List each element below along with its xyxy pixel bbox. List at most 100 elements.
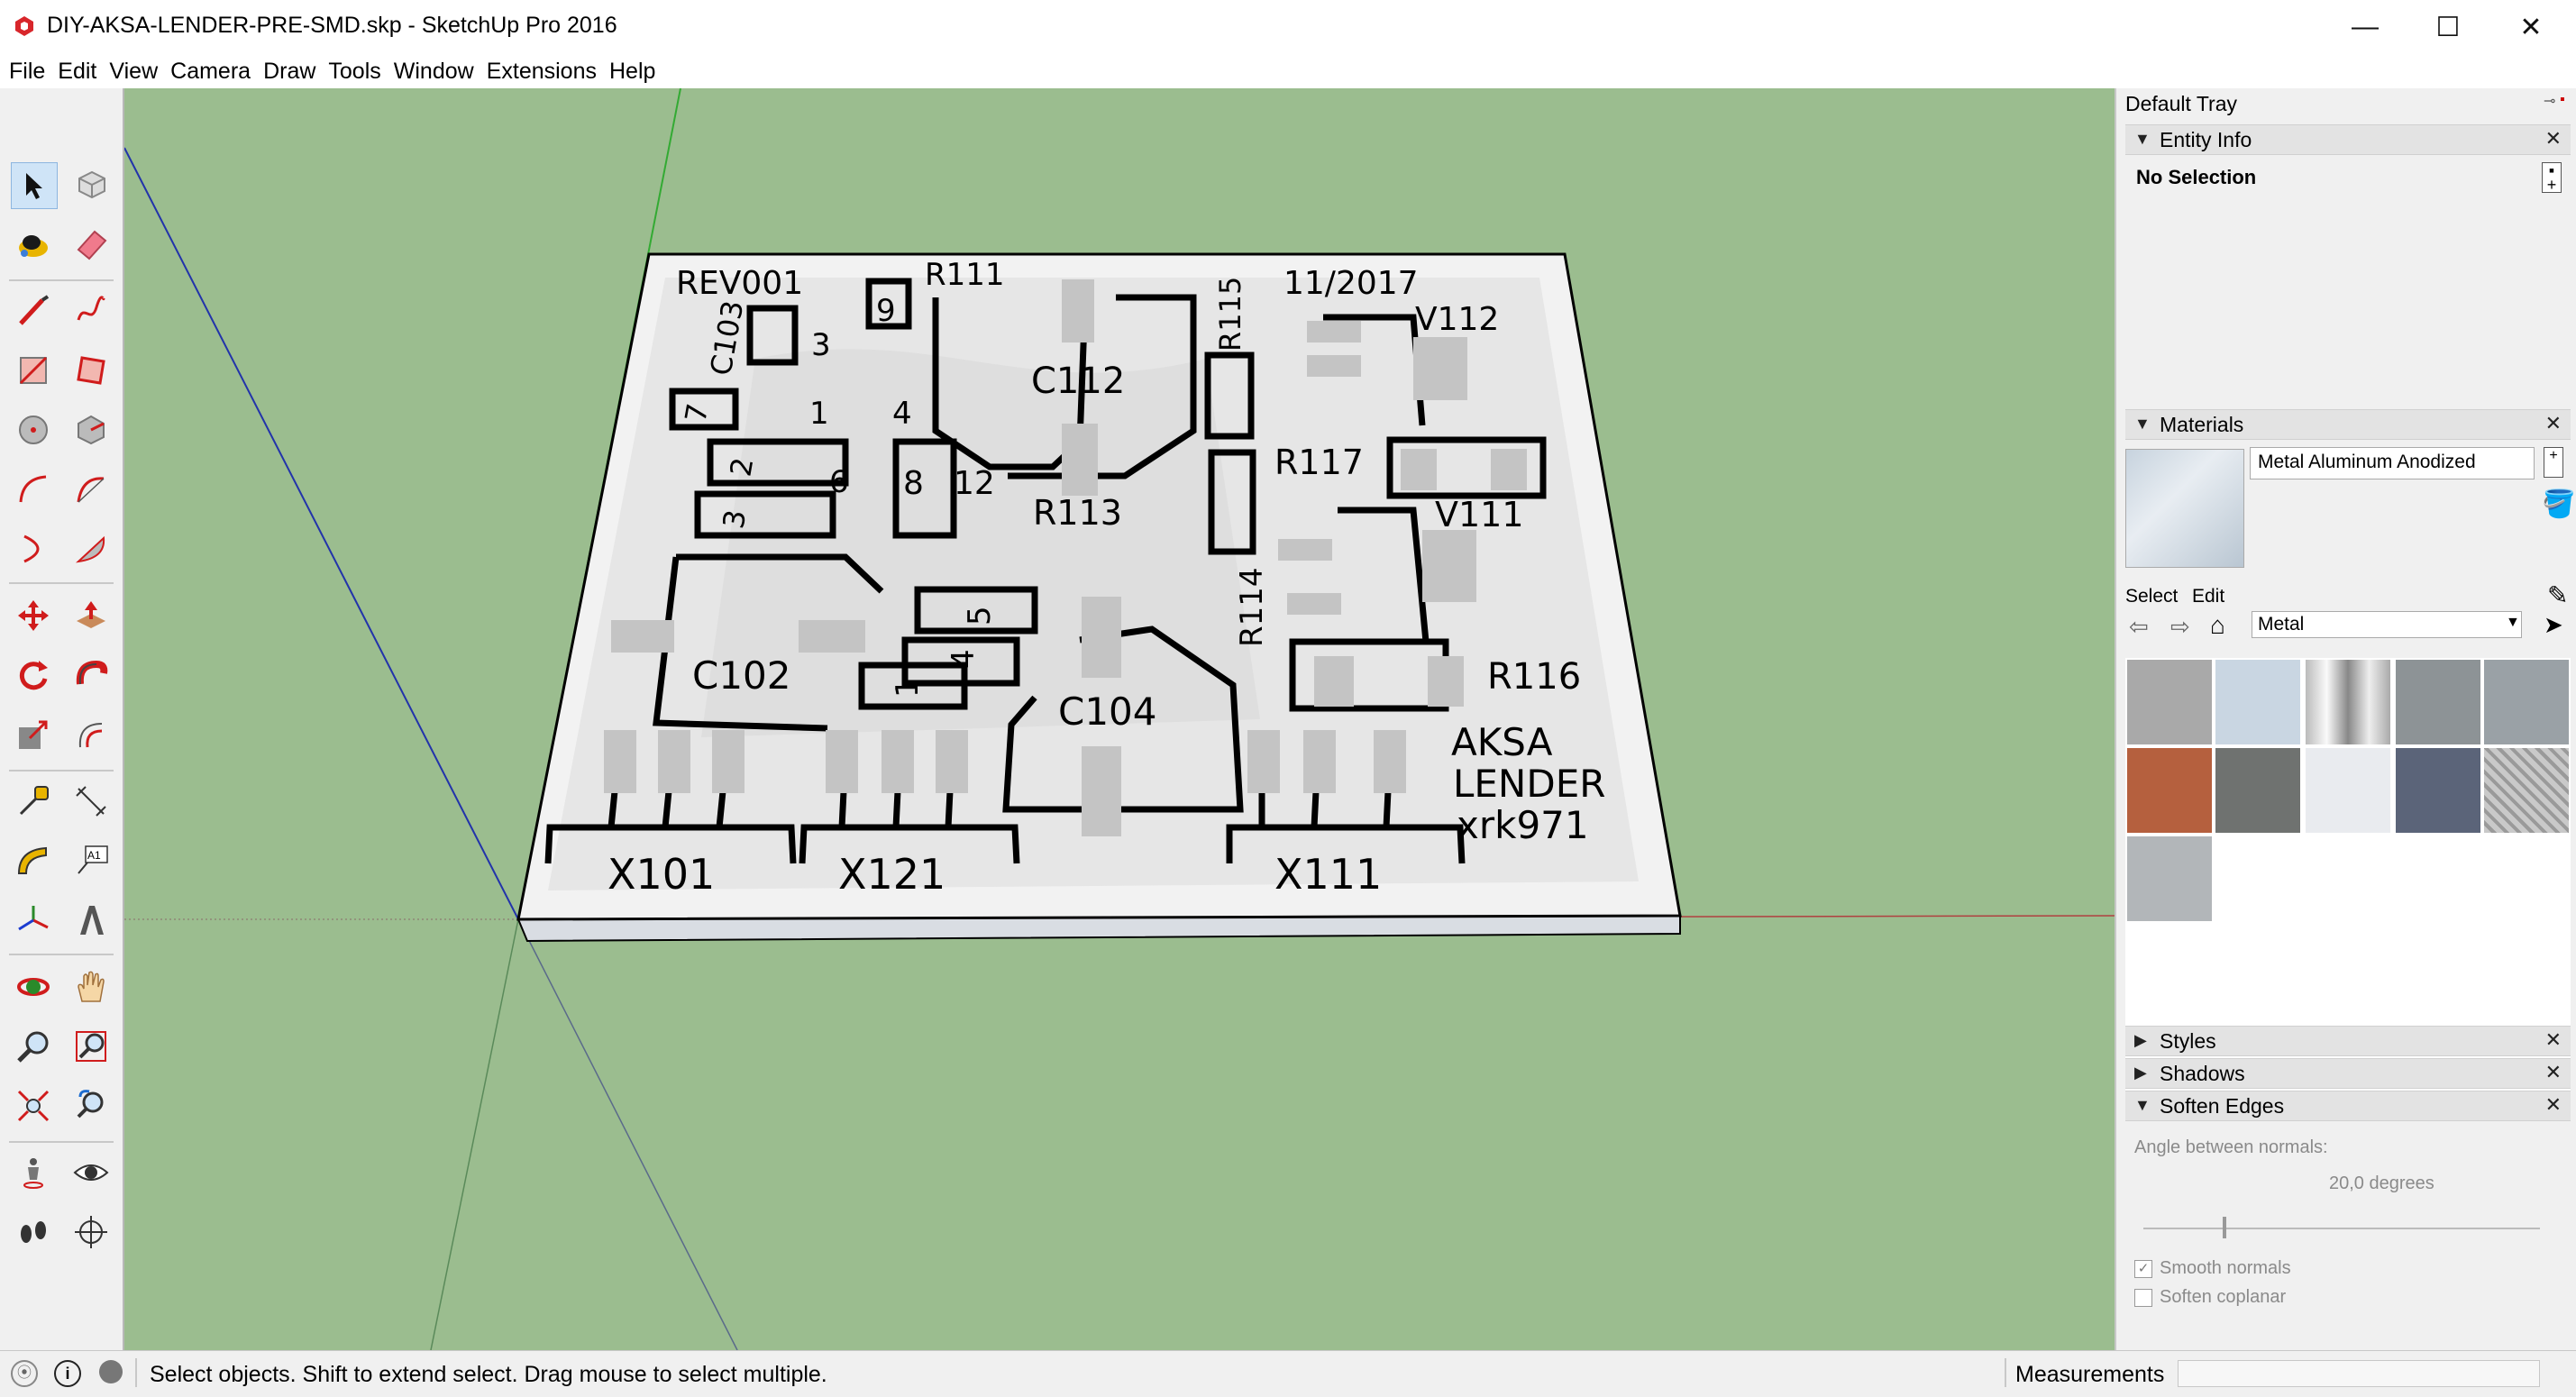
tray-close-icon[interactable]: ▪ [2560,92,2565,108]
select-tool-button[interactable] [11,162,58,209]
menu-window[interactable]: Window [388,59,480,85]
panel-close-icon[interactable]: ✕ [2545,412,2562,435]
credits-info-icon[interactable]: i [54,1360,81,1387]
shadows-title: Shadows [2160,1062,2245,1085]
freehand-tool-button[interactable] [69,288,114,333]
smooth-normals-checkbox[interactable]: ✓ [2134,1260,2152,1278]
minimize-button[interactable]: — [2324,0,2407,54]
menu-view[interactable]: View [103,59,164,85]
previous-view-tool-button[interactable] [69,1083,114,1128]
material-swatch-8[interactable] [2396,748,2480,833]
arc-tool-button[interactable] [11,467,56,512]
dimension-tool-button[interactable] [69,779,114,824]
menu-edit[interactable]: Edit [51,59,103,85]
material-swatch-4[interactable] [2484,660,2569,744]
axes-tool-button[interactable] [11,898,56,943]
material-swatch-2[interactable] [2306,660,2390,744]
eraser-icon [77,230,107,260]
3d-text-tool-button[interactable] [69,898,114,943]
move-tool-button[interactable] [11,593,56,638]
material-name-field[interactable]: Metal Aluminum Anodized [2250,447,2535,479]
tab-edit[interactable]: Edit [2192,586,2224,607]
entity-info-header[interactable]: ▼ Entity Info ✕ [2125,124,2571,155]
material-swatch-7[interactable] [2306,748,2390,833]
text-icon: A1 [78,845,108,874]
angle-slider-track[interactable] [2143,1228,2540,1229]
pie-tool-button[interactable] [69,526,114,571]
material-collection-select[interactable]: Metal [2252,611,2522,638]
material-swatch-6[interactable] [2215,748,2300,833]
user-account-icon[interactable] [99,1360,123,1383]
follow-me-tool-button[interactable] [69,653,114,698]
offset-tool-button[interactable] [69,712,114,757]
paint-bucket-small-icon[interactable]: 🪣 [2542,488,2575,520]
soften-edges-header[interactable]: ▼ Soften Edges ✕ [2125,1091,2571,1121]
material-swatch-0[interactable] [2127,660,2212,744]
zoom-extents-tool-button[interactable] [11,1083,56,1128]
maximize-button[interactable]: ☐ [2407,0,2489,54]
material-swatch-1[interactable] [2215,660,2300,744]
create-material-icon[interactable]: + [2544,447,2563,478]
component-tool-button[interactable] [69,162,114,207]
menu-draw[interactable]: Draw [257,59,322,85]
checkmark-icon: ✓ [2137,1261,2150,1276]
menu-extensions[interactable]: Extensions [480,59,603,85]
material-swatch-9[interactable] [2484,748,2569,833]
polygon-icon [78,415,105,445]
board-label: 4 [945,649,982,669]
measurements-input[interactable] [2178,1360,2540,1387]
protractor-tool-button[interactable] [11,838,56,883]
back-arrow-icon[interactable]: ⇦ [2129,613,2149,641]
look-around-tool-button[interactable] [69,1150,114,1195]
panel-close-icon[interactable]: ✕ [2545,127,2562,151]
close-button[interactable]: ✕ [2489,0,2572,54]
menu-camera[interactable]: Camera [164,59,257,85]
sample-paint-icon[interactable]: ✎ [2547,580,2568,610]
styles-header[interactable]: ▶ Styles ✕ [2125,1026,2571,1056]
scale-tool-button[interactable] [11,712,56,757]
tape-measure-tool-button[interactable] [11,779,56,824]
pan-tool-button[interactable] [69,964,114,1009]
soften-coplanar-checkbox[interactable] [2134,1289,2152,1307]
orbit-tool-button[interactable] [11,964,56,1009]
soften-coplanar-label: Soften coplanar [2160,1287,2287,1307]
entity-info-expand-icon[interactable]: ▪ + [2542,162,2562,193]
menu-tools[interactable]: Tools [322,59,387,85]
forward-arrow-icon[interactable]: ⇨ [2170,613,2190,641]
angle-slider-thumb[interactable] [2223,1217,2226,1238]
rotated-rectangle-tool-button[interactable] [69,348,114,393]
details-arrow-icon[interactable]: ➤ [2544,611,2563,639]
section-plane-tool-button[interactable] [69,1210,114,1255]
circle-tool-button[interactable] [11,407,56,452]
home-icon[interactable]: ⌂ [2210,611,2225,640]
push-pull-tool-button[interactable] [69,593,114,638]
rotate-tool-button[interactable] [11,653,56,698]
eraser-button[interactable] [69,222,114,267]
line-tool-button[interactable] [11,288,56,333]
menu-help[interactable]: Help [603,59,662,85]
panel-close-icon[interactable]: ✕ [2545,1093,2562,1117]
panel-close-icon[interactable]: ✕ [2545,1028,2562,1052]
paint-bucket-button[interactable] [11,222,56,267]
walk-tool-button[interactable] [11,1210,56,1255]
menu-file[interactable]: File [3,59,51,85]
text-tool-button[interactable]: A1 [69,838,114,883]
material-swatch-5[interactable] [2127,748,2212,833]
three-point-arc-tool-button[interactable] [11,526,56,571]
material-swatch-10[interactable] [2127,836,2212,921]
push-pull-icon [77,601,105,628]
tray-pin-icon[interactable]: ⊸ [2544,92,2555,110]
drawing-viewport[interactable]: REV001 R111 11/2017 C103 3 9 R115 V112 C… [124,88,2115,1350]
material-swatch-3[interactable] [2396,660,2480,744]
two-point-arc-tool-button[interactable] [69,467,114,512]
polygon-tool-button[interactable] [69,407,114,452]
tab-select[interactable]: Select [2125,586,2178,607]
geo-location-icon[interactable]: ⦿ [11,1360,38,1387]
zoom-window-tool-button[interactable] [69,1024,114,1069]
zoom-tool-button[interactable] [11,1024,56,1069]
shadows-header[interactable]: ▶ Shadows ✕ [2125,1058,2571,1089]
rectangle-tool-button[interactable] [11,348,56,393]
materials-header[interactable]: ▼ Materials ✕ [2125,409,2571,440]
panel-close-icon[interactable]: ✕ [2545,1061,2562,1084]
position-camera-tool-button[interactable] [11,1150,56,1195]
